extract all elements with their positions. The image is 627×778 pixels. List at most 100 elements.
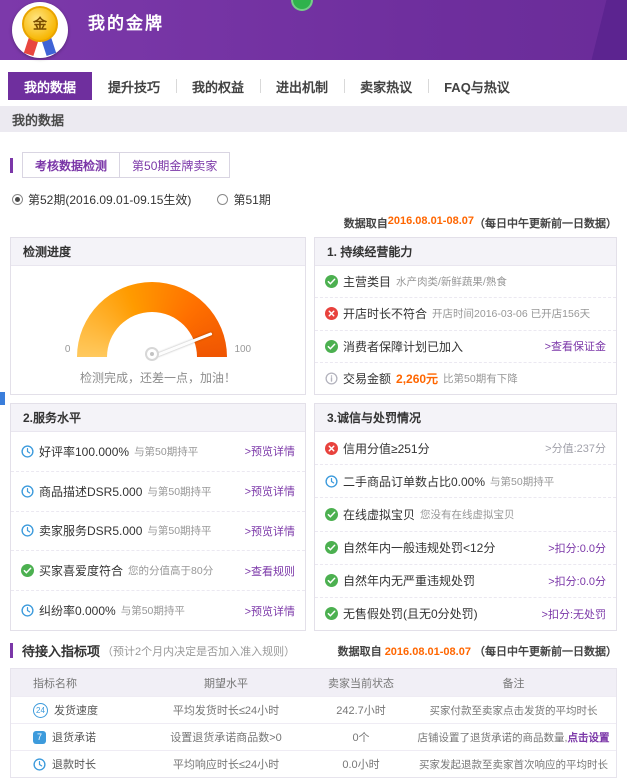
metric-text: 开店时长不符合 <box>343 305 427 322</box>
deduction-link[interactable]: >扣分:0.0分 <box>542 573 606 589</box>
check-icon <box>21 564 34 577</box>
note-prefix: 数据取自 <box>344 215 388 231</box>
tab-entry-exit-rules[interactable]: 进出机制 <box>260 72 344 100</box>
panel-title-business: 1. 持续经营能力 <box>315 238 616 266</box>
row-virtual-items: 在线虚拟宝贝 您没有在线虚拟宝贝 <box>315 498 616 531</box>
check-icon <box>325 508 338 521</box>
accent-bar <box>10 643 13 658</box>
current-status: 0.0小时 <box>311 756 411 772</box>
tab-seller-discussion[interactable]: 卖家热议 <box>344 72 428 100</box>
preview-detail-link[interactable]: >预览详情 <box>239 523 295 539</box>
radio-period-52[interactable]: 第52期(2016.09.01-09.15生效) <box>12 191 191 208</box>
panel-title-progress: 检测进度 <box>11 238 305 266</box>
note-suffix: （每日中午更新前一日数据） <box>474 646 617 658</box>
metric-text: 自然年内一般违规处罚<12分 <box>343 539 495 556</box>
note-date: 2016.08.01-08.07 <box>388 215 474 231</box>
header-banner: 金 我的金牌 <box>0 0 627 60</box>
row-dispute-rate: 纠纷率0.000% 与第50期持平 >预览详情 <box>11 591 305 630</box>
business-ability-panel: 1. 持续经营能力 主营类目 水产肉类/新鲜蔬果/熟食 开店时长不符合 开店时间… <box>314 237 617 395</box>
note-prefix: 数据取自 <box>338 646 382 658</box>
accent-bar <box>10 158 13 173</box>
row-credit-score: 信用分值≥251分 >分值:237分 <box>315 432 616 465</box>
metric-text: 卖家服务DSR5.000 <box>39 522 142 539</box>
progress-gauge <box>77 282 227 357</box>
radio-label: 第51期 <box>233 191 270 208</box>
pending-title: 待接入指标项 <box>22 641 100 660</box>
metric-subtext: 您的分值高于80分 <box>128 563 213 578</box>
subtab-assessment-data[interactable]: 考核数据检测 <box>22 152 120 178</box>
row-main-category: 主营类目 水产肉类/新鲜蔬果/熟食 <box>315 266 616 298</box>
check-icon <box>325 574 338 587</box>
table-row-refund-time: 退款时长 平均响应时长≤24小时 0.0小时 买家发起退款至卖家首次响应的平均时… <box>11 750 616 777</box>
metric-subtext: 与第50期持平 <box>147 484 211 499</box>
cross-icon <box>325 307 338 320</box>
radio-period-51[interactable]: 第51期 <box>217 191 270 208</box>
period-selector: 第52期(2016.09.01-09.15生效) 第51期 <box>10 191 617 208</box>
metric-subtext: 开店时间2016-03-06 已开店156天 <box>432 306 590 321</box>
metric-subtext: 您没有在线虚拟宝贝 <box>420 507 515 522</box>
deduction-link[interactable]: >扣分:无处罚 <box>536 606 606 622</box>
radio-selected-icon <box>12 194 23 205</box>
col-metric-name: 指标名称 <box>11 675 141 691</box>
row-seller-dsr: 卖家服务DSR5.000 与第50期持平 >预览详情 <box>11 512 305 552</box>
current-status: 242.7小时 <box>311 702 411 718</box>
radio-unselected-icon <box>217 194 228 205</box>
gold-medal-icon: 金 <box>12 2 68 58</box>
pending-section-header: 待接入指标项 （预计2个月内决定是否加入准入规则） 数据取自 2016.08.0… <box>10 641 617 660</box>
score-value-text: >分值:237分 <box>539 440 606 456</box>
note-suffix: （每日中午更新前一日数据） <box>474 215 617 231</box>
clock-icon <box>21 445 34 458</box>
col-remark: 备注 <box>411 675 616 691</box>
clock-icon <box>21 485 34 498</box>
col-expected-level: 期望水平 <box>141 675 311 691</box>
metric-text: 自然年内无严重违规处罚 <box>343 572 475 589</box>
table-row-return-promise: 7 退货承诺 设置退货承诺商品数>0 0个 店铺设置了退货承诺的商品数量,点击设… <box>11 723 616 750</box>
current-status: 0个 <box>311 729 411 745</box>
page: { "colors": { "brand_purple": "#6f2f9e",… <box>0 0 627 772</box>
metric-text: 纠纷率0.000% <box>39 602 116 619</box>
tab-my-benefits[interactable]: 我的权益 <box>176 72 260 100</box>
panels: 检测进度 0 100 检测完成，还差一点，加油！ 1. 持续经营能力 <box>10 237 617 631</box>
green-dot-icon <box>291 0 313 11</box>
table-row-ship-speed: 24 发货速度 平均发货时长≤24小时 242.7小时 买家付款至卖家点击发货的… <box>11 696 616 723</box>
metric-subtext: 水产肉类/新鲜蔬果/熟食 <box>396 274 507 289</box>
deduction-link[interactable]: >扣分:0.0分 <box>542 540 606 556</box>
metric-subtext: 与第50期持平 <box>147 523 211 538</box>
section-title: 我的数据 <box>0 106 627 132</box>
tab-improve-skills[interactable]: 提升技巧 <box>92 72 176 100</box>
preview-detail-link[interactable]: >预览详情 <box>239 443 295 459</box>
metric-text: 消费者保障计划已加入 <box>343 338 463 355</box>
subtab-gold-seller-50[interactable]: 第50期金牌卖家 <box>119 152 230 178</box>
metric-subtext: 与第50期持平 <box>121 603 185 618</box>
view-rules-link[interactable]: >查看规则 <box>239 563 295 579</box>
metric-text: 无售假处罚(且无0分处罚) <box>343 605 478 622</box>
24h-shipping-icon: 24 <box>33 703 48 718</box>
expected-level: 平均发货时长≤24小时 <box>141 702 311 718</box>
tab-faq[interactable]: FAQ与热议 <box>428 72 526 100</box>
row-serious-violation: 自然年内无严重违规处罚 >扣分:0.0分 <box>315 565 616 598</box>
progress-panel: 检测进度 0 100 检测完成，还差一点，加油！ <box>10 237 306 395</box>
clock-icon <box>33 758 46 771</box>
row-consumer-protection: 消费者保障计划已加入 >查看保证金 <box>315 331 616 363</box>
metric-text: 买家喜爱度符合 <box>39 562 123 579</box>
check-icon <box>325 607 338 620</box>
view-deposit-link[interactable]: >查看保证金 <box>539 338 606 354</box>
metric-value: 2,260元 <box>396 370 438 387</box>
radio-label: 第52期(2016.09.01-09.15生效) <box>28 191 191 208</box>
return-promise-icon: 7 <box>33 731 46 744</box>
gauge-min-label: 0 <box>65 344 71 355</box>
metric-name: 退货承诺 <box>52 729 96 745</box>
row-item-dsr: 商品描述DSR5.000 与第50期持平 >预览详情 <box>11 472 305 512</box>
remark: 买家发起退款至卖家首次响应的平均时长 <box>411 757 616 772</box>
preview-detail-link[interactable]: >预览详情 <box>239 603 295 619</box>
row-shop-age: 开店时长不符合 开店时间2016-03-06 已开店156天 <box>315 298 616 330</box>
row-positive-rate: 好评率100.000% 与第50期持平 >预览详情 <box>11 432 305 472</box>
tab-my-data[interactable]: 我的数据 <box>8 72 92 100</box>
metric-subtext: 与第50期持平 <box>134 444 198 459</box>
metric-name: 发货速度 <box>54 702 98 718</box>
preview-detail-link[interactable]: >预览详情 <box>239 483 295 499</box>
metric-name: 退款时长 <box>52 756 96 772</box>
metric-subtext: 比第50期有下降 <box>443 371 518 386</box>
left-edge-marker <box>0 392 5 405</box>
click-setup-link[interactable]: 点击设置 <box>567 732 609 744</box>
